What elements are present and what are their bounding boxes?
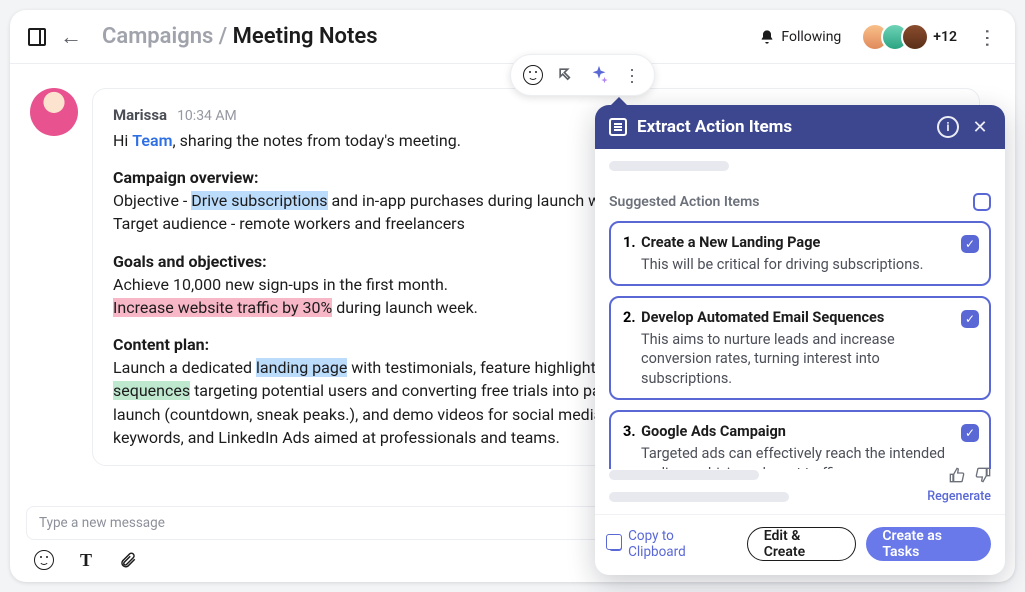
breadcrumb-parent[interactable]: Campaigns bbox=[102, 24, 213, 49]
smile-icon bbox=[523, 65, 543, 85]
skeleton-line bbox=[609, 492, 789, 502]
action-item[interactable]: 3. Google Ads Campaign Targeted ads can … bbox=[609, 410, 991, 469]
sender-avatar[interactable] bbox=[30, 88, 78, 136]
action-item-title: Create a New Landing Page bbox=[641, 234, 820, 251]
close-button[interactable]: ✕ bbox=[969, 116, 991, 138]
breadcrumb-sep: / bbox=[213, 24, 232, 49]
composer-placeholder: Type a new message bbox=[39, 515, 165, 531]
checkbox-checked[interactable]: ✓ bbox=[961, 424, 979, 442]
paperclip-icon bbox=[119, 551, 137, 569]
skeleton-line bbox=[609, 161, 729, 171]
follow-toggle[interactable]: Following bbox=[759, 29, 841, 45]
list-icon bbox=[609, 118, 627, 136]
copy-to-clipboard-button[interactable]: Copy to Clipboard bbox=[609, 528, 727, 560]
emoji-react-button[interactable] bbox=[522, 64, 544, 86]
thumbs-down-button[interactable] bbox=[975, 467, 991, 483]
highlight-blue: landing page bbox=[256, 358, 347, 377]
message-action-toolbar: ⋯ bbox=[510, 54, 655, 96]
thumbs-up-button[interactable] bbox=[949, 467, 965, 483]
info-button[interactable]: i bbox=[937, 116, 959, 138]
ai-panel-header: Extract Action Items i ✕ bbox=[595, 105, 1005, 149]
share-button[interactable] bbox=[555, 64, 577, 86]
action-item-desc: This aims to nurture leads and increase … bbox=[623, 330, 951, 389]
attachment-button[interactable] bbox=[118, 550, 138, 570]
app-logo-icon bbox=[28, 28, 46, 46]
sparkle-icon bbox=[588, 64, 610, 86]
ai-sparkle-button[interactable] bbox=[588, 64, 610, 86]
page-title: Meeting Notes bbox=[233, 24, 378, 49]
member-count: +12 bbox=[933, 29, 957, 45]
action-item-desc: Targeted ads can effectively reach the i… bbox=[623, 444, 951, 469]
emoji-picker-button[interactable] bbox=[34, 550, 54, 570]
action-item[interactable]: 1. Create a New Landing Page This will b… bbox=[609, 221, 991, 286]
action-item[interactable]: 2. Develop Automated Email Sequences Thi… bbox=[609, 296, 991, 400]
highlight-pink: Increase website traffic by 30% bbox=[113, 298, 332, 317]
bell-icon bbox=[759, 29, 775, 45]
checkbox-checked[interactable]: ✓ bbox=[961, 235, 979, 253]
back-button[interactable]: ← bbox=[60, 24, 82, 50]
create-as-tasks-button[interactable]: Create as Tasks bbox=[866, 527, 991, 561]
action-item-desc: This will be critical for driving subscr… bbox=[623, 255, 951, 275]
more-menu-button[interactable]: ⋯ bbox=[976, 28, 1000, 46]
formatting-button[interactable]: T bbox=[76, 550, 96, 570]
ai-extract-panel: Extract Action Items i ✕ Suggested Actio… bbox=[595, 105, 1005, 575]
avatar bbox=[901, 23, 929, 51]
checkbox-checked[interactable]: ✓ bbox=[961, 310, 979, 328]
highlight-blue: Drive subscriptions bbox=[191, 191, 327, 210]
mention-team[interactable]: Team bbox=[132, 131, 172, 150]
edit-and-create-button[interactable]: Edit & Create bbox=[747, 527, 857, 561]
suggested-items-label: Suggested Action Items bbox=[609, 194, 759, 210]
following-label: Following bbox=[781, 29, 841, 45]
action-item-title: Google Ads Campaign bbox=[641, 423, 786, 440]
breadcrumb[interactable]: Campaigns / Meeting Notes bbox=[102, 24, 378, 49]
select-all-checkbox[interactable] bbox=[973, 193, 991, 211]
sender-name[interactable]: Marissa bbox=[113, 105, 167, 127]
ai-panel-title: Extract Action Items bbox=[637, 117, 927, 137]
skeleton-line bbox=[609, 470, 759, 480]
copy-icon bbox=[609, 537, 622, 551]
app-window: ← Campaigns / Meeting Notes Following +1… bbox=[10, 10, 1015, 582]
header: ← Campaigns / Meeting Notes Following +1… bbox=[10, 10, 1015, 64]
share-arrow-icon bbox=[556, 65, 576, 85]
member-avatars[interactable]: +12 bbox=[869, 23, 957, 51]
toolbar-more-button[interactable]: ⋯ bbox=[621, 64, 643, 86]
message-time: 10:34 AM bbox=[177, 106, 237, 126]
regenerate-button[interactable]: Regenerate bbox=[927, 489, 991, 504]
action-item-title: Develop Automated Email Sequences bbox=[641, 309, 884, 326]
